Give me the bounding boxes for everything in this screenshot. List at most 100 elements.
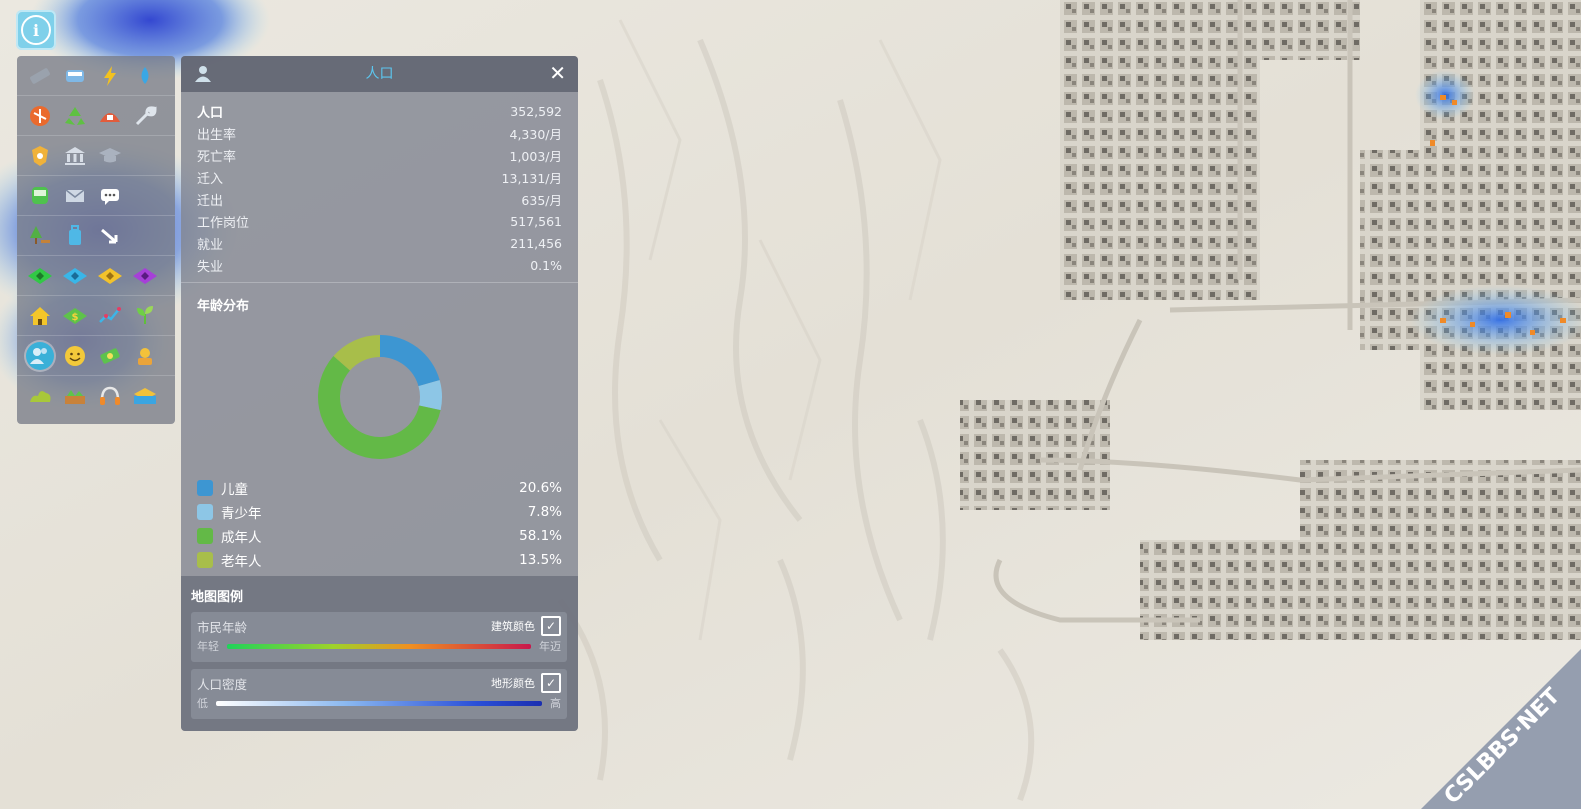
mail-icon[interactable] xyxy=(61,182,89,210)
wrench-icon[interactable] xyxy=(131,102,159,130)
land-value-icon[interactable]: $ xyxy=(61,302,89,330)
police-badge-icon[interactable] xyxy=(26,142,54,170)
stat-row: 工作岗位 517,561 xyxy=(197,210,562,232)
stat-row: 失业 0.1% xyxy=(197,254,562,276)
legend-name: 人口密度 xyxy=(197,676,248,692)
stat-label: 工作岗位 xyxy=(197,215,250,231)
water-drop-icon[interactable] xyxy=(131,62,159,90)
pollution-icon[interactable] xyxy=(26,382,54,410)
stat-label: 就业 xyxy=(197,237,224,253)
luggage-icon[interactable] xyxy=(61,222,89,250)
legend-value: 20.6% xyxy=(519,480,562,496)
stat-row: 就业 211,456 xyxy=(197,232,562,254)
residential-zone-icon[interactable] xyxy=(26,262,54,290)
color-toggle-checkbox[interactable]: ✓ xyxy=(541,616,561,636)
legend-value: 13.5% xyxy=(519,552,562,568)
age-distribution-title: 年龄分布 xyxy=(197,299,250,314)
stat-row: 人口 352,592 xyxy=(197,100,562,122)
legend-value: 58.1% xyxy=(519,528,562,544)
info-views-toolbar: $ xyxy=(17,56,175,424)
bus-icon[interactable] xyxy=(26,182,54,210)
age-legend: 儿童 20.6% 青少年 7.8% 成年人 58.1% 老年人 13.5% xyxy=(181,476,578,572)
stat-label: 出生率 xyxy=(197,127,237,143)
park-tree-icon[interactable] xyxy=(26,222,54,250)
stat-label: 死亡率 xyxy=(197,149,237,165)
age-legend-item: 成年人 58.1% xyxy=(197,524,562,548)
education-cap-icon[interactable] xyxy=(96,142,124,170)
traffic-arrow-icon[interactable] xyxy=(96,222,124,250)
toolbar-row xyxy=(17,376,175,415)
toolbar-row xyxy=(17,56,175,96)
toolbar-row xyxy=(17,336,175,376)
commercial-zone-icon[interactable] xyxy=(61,262,89,290)
panel-title: 人口 xyxy=(365,66,394,82)
stat-value: 13,131/月 xyxy=(501,170,562,186)
heating-icon[interactable] xyxy=(26,102,54,130)
water-level-icon[interactable] xyxy=(131,382,159,410)
toolbar-row xyxy=(17,96,175,136)
info-icon: i xyxy=(21,15,51,45)
noise-headphones-icon[interactable] xyxy=(96,382,124,410)
happiness-face-icon[interactable] xyxy=(61,342,89,370)
legend-name: 市民年龄 xyxy=(197,619,248,635)
fire-icon[interactable] xyxy=(96,102,124,130)
color-toggle-checkbox[interactable]: ✓ xyxy=(541,673,561,693)
stat-row: 迁入 13,131/月 xyxy=(197,166,562,188)
transit-bus-icon[interactable] xyxy=(61,62,89,90)
worker-icon[interactable] xyxy=(131,342,159,370)
stat-value: 0.1% xyxy=(530,257,562,273)
legend-swatch xyxy=(197,480,213,496)
stat-label: 迁出 xyxy=(197,193,224,209)
population-icon[interactable] xyxy=(26,341,54,370)
legend-swatch xyxy=(197,552,213,568)
age-legend-item: 儿童 20.6% xyxy=(197,476,562,500)
scale-high-label: 高 xyxy=(550,697,561,710)
scale-low-label: 低 xyxy=(197,697,208,710)
svg-text:$: $ xyxy=(72,312,79,323)
toolbar-row xyxy=(17,136,175,176)
money-icon[interactable] xyxy=(96,342,124,370)
legend-swatch xyxy=(197,504,213,520)
map-legend: 地图图例 市民年龄 建筑颜色 ✓ 年轻 年迈 人口密度 地形颜色 ✓ 低 高 xyxy=(181,576,578,731)
stat-value: 635/月 xyxy=(521,192,562,208)
map-legend-row: 市民年龄 建筑颜色 ✓ 年轻 年迈 xyxy=(191,612,567,662)
office-zone-icon[interactable] xyxy=(131,262,159,290)
panel-header: 人口 ✕ xyxy=(181,56,578,92)
scale-low-label: 年轻 xyxy=(197,640,219,653)
stat-value: 211,456 xyxy=(510,235,562,251)
age-donut-chart xyxy=(317,335,442,460)
industrial-zone-icon[interactable] xyxy=(96,262,124,290)
stat-row: 迁出 635/月 xyxy=(197,188,562,210)
donut-slice xyxy=(379,335,440,387)
population-panel: 人口 ✕ 人口 352,592 出生率 4,330/月 死亡率 1,003/月 迁入 … xyxy=(181,56,578,731)
terrain-icon[interactable] xyxy=(61,382,89,410)
info-button[interactable]: i xyxy=(16,10,56,50)
map-legend-row: 人口密度 地形颜色 ✓ 低 高 xyxy=(191,669,567,719)
color-toggle-label: 地形颜色 xyxy=(491,677,535,690)
stat-value: 517,561 xyxy=(510,213,562,229)
legend-label: 青少年 xyxy=(221,506,262,522)
legend-value: 7.8% xyxy=(527,504,562,520)
chat-bubble-icon[interactable] xyxy=(96,182,124,210)
statistics-chart-icon[interactable] xyxy=(96,302,124,330)
map-legend-title: 地图图例 xyxy=(191,590,244,605)
recycle-icon[interactable] xyxy=(61,102,89,130)
close-button[interactable]: ✕ xyxy=(549,62,566,84)
road-icon[interactable] xyxy=(26,62,54,90)
population-stats: 人口 352,592 出生率 4,330/月 死亡率 1,003/月 迁入 13,13… xyxy=(181,92,578,276)
stat-value: 4,330/月 xyxy=(509,126,563,142)
bank-icon[interactable] xyxy=(61,142,89,170)
house-icon[interactable] xyxy=(26,302,54,330)
legend-label: 老年人 xyxy=(221,554,262,570)
electricity-icon[interactable] xyxy=(96,62,124,90)
plant-sprout-icon[interactable] xyxy=(131,302,159,330)
color-toggle-label: 建筑颜色 xyxy=(491,620,535,633)
stat-row: 出生率 4,330/月 xyxy=(197,122,562,144)
legend-label: 成年人 xyxy=(221,530,262,546)
age-legend-item: 青少年 7.8% xyxy=(197,500,562,524)
toolbar-row xyxy=(17,256,175,296)
stat-label: 人口 xyxy=(197,105,224,121)
stat-value: 352,592 xyxy=(510,103,562,119)
toolbar-row xyxy=(17,176,175,216)
stat-label: 迁入 xyxy=(197,171,224,187)
